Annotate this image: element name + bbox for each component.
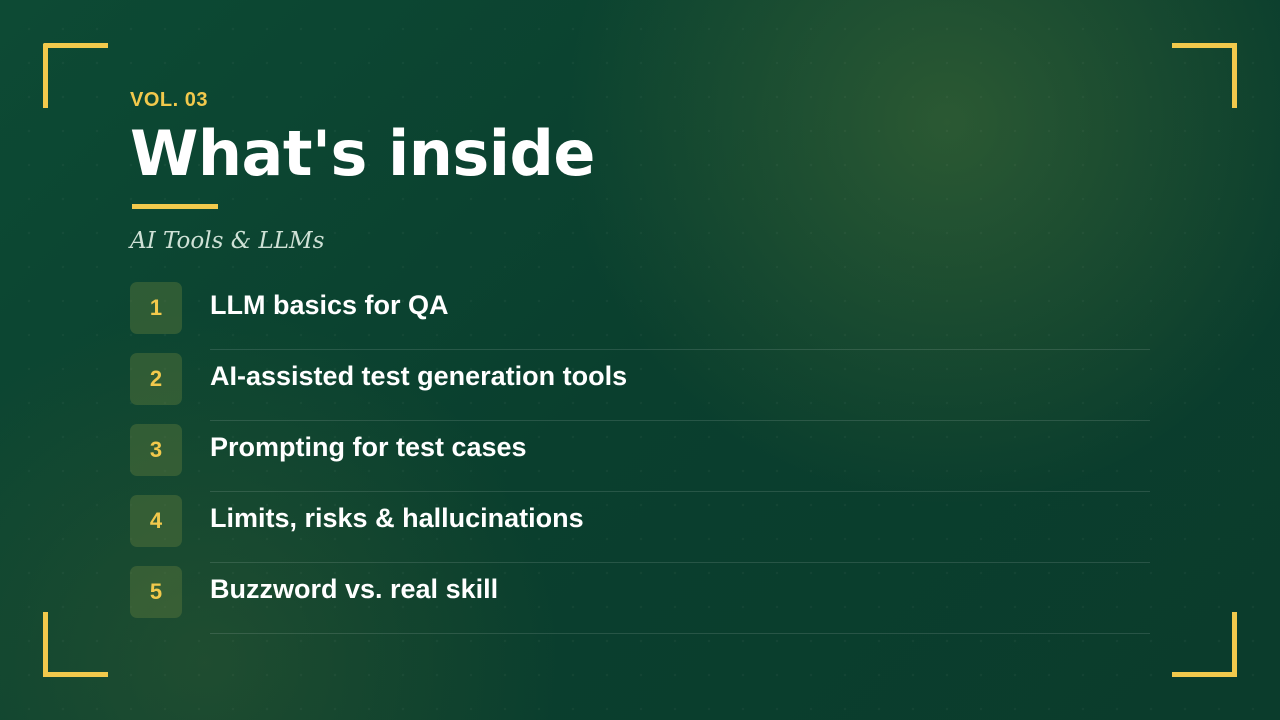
corner-bracket-top-left	[43, 43, 108, 108]
list-item: 5 Buzzword vs. real skill	[130, 566, 1150, 637]
item-divider	[210, 562, 1150, 563]
item-label: Limits, risks & hallucinations	[210, 503, 584, 533]
item-divider	[210, 491, 1150, 492]
title-underline	[132, 204, 218, 209]
list-item: 1 LLM basics for QA	[130, 282, 1150, 353]
item-label: LLM basics for QA	[210, 290, 449, 320]
item-number-badge: 2	[130, 353, 182, 405]
list-item: 3 Prompting for test cases	[130, 424, 1150, 495]
item-label: AI-assisted test generation tools	[210, 361, 628, 391]
volume-label: VOL. 03	[130, 89, 208, 111]
item-divider	[210, 633, 1150, 634]
contents-list: 1 LLM basics for QA 2 AI-assisted test g…	[130, 282, 1150, 637]
page-subtitle: AI Tools & LLMs	[130, 228, 325, 254]
corner-bracket-bottom-left	[43, 612, 108, 677]
item-divider	[210, 349, 1150, 350]
corner-bracket-top-right	[1172, 43, 1237, 108]
slide-header: VOL. 03 What's inside AI Tools & LLMs	[130, 88, 1150, 256]
list-item: 4 Limits, risks & hallucinations	[130, 495, 1150, 566]
list-item: 2 AI-assisted test generation tools	[130, 353, 1150, 424]
page-title: What's inside	[130, 117, 595, 190]
corner-bracket-bottom-right	[1172, 612, 1237, 677]
item-number-badge: 3	[130, 424, 182, 476]
item-number-badge: 5	[130, 566, 182, 618]
item-divider	[210, 420, 1150, 421]
item-label: Prompting for test cases	[210, 432, 527, 462]
item-number-badge: 4	[130, 495, 182, 547]
item-label: Buzzword vs. real skill	[210, 574, 499, 604]
item-number-badge: 1	[130, 282, 182, 334]
